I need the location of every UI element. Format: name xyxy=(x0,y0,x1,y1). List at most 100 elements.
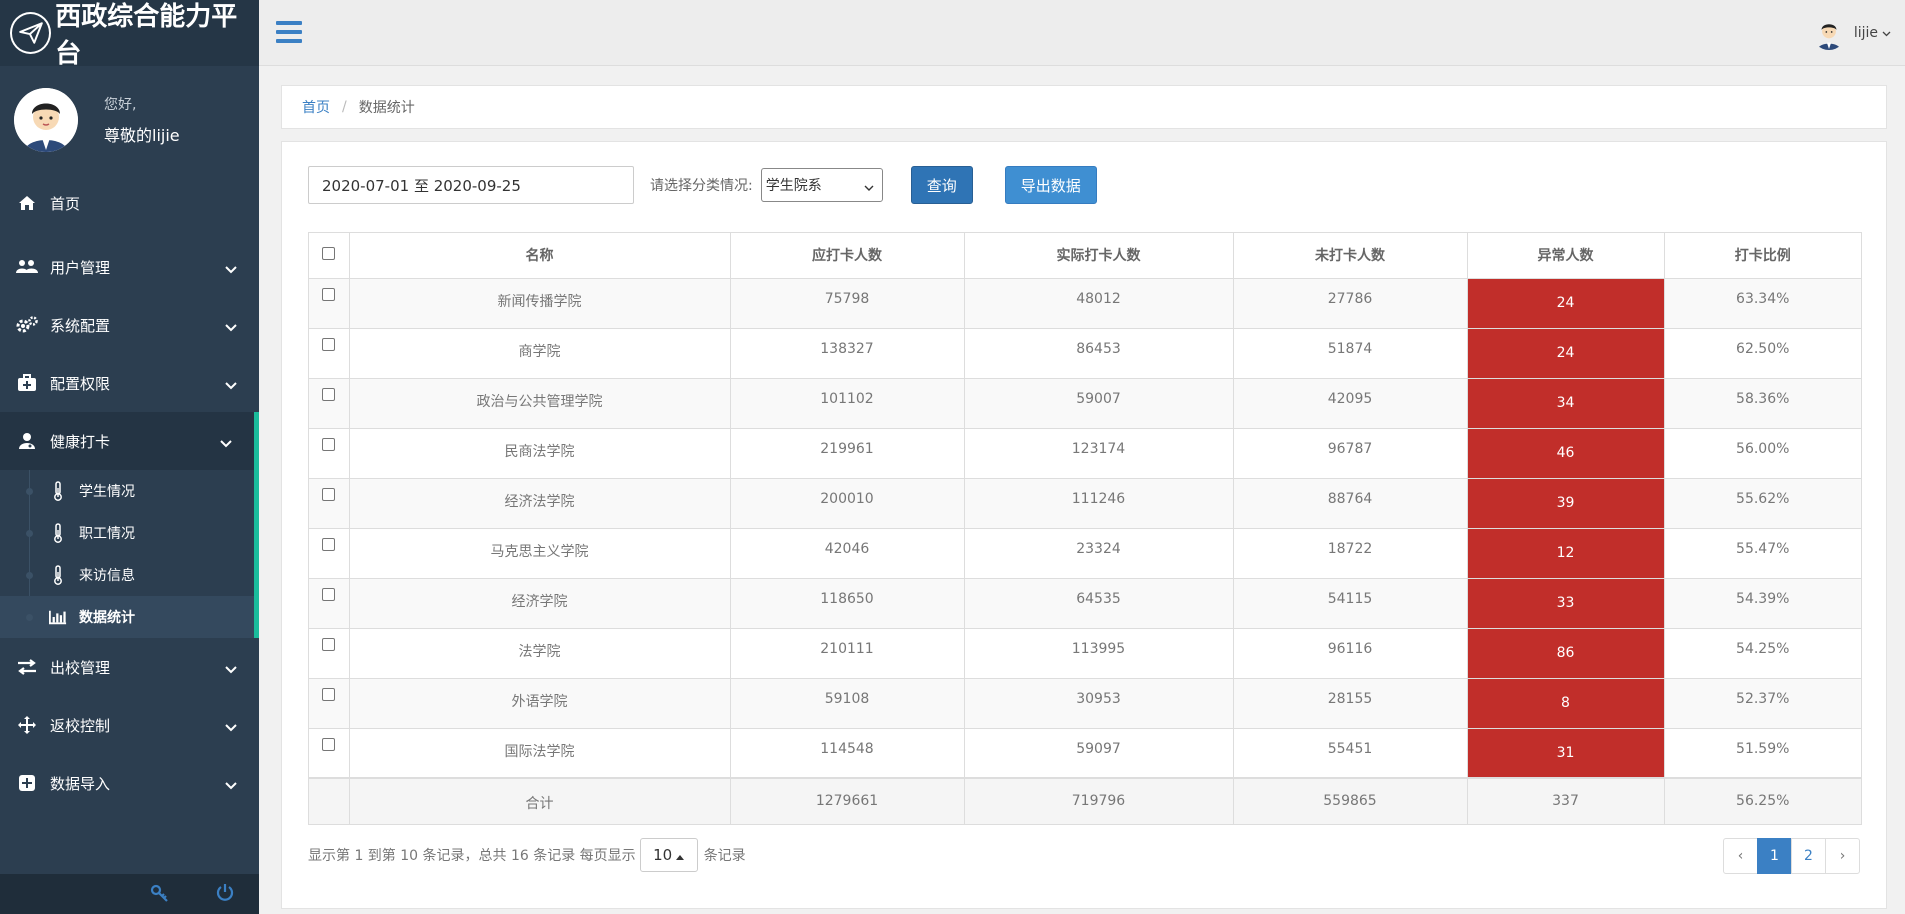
column-header[interactable]: 名称 xyxy=(349,233,731,279)
page-button[interactable]: 1 xyxy=(1757,838,1792,874)
chevron-down-icon xyxy=(225,660,237,678)
column-header[interactable]: 应打卡人数 xyxy=(730,233,965,279)
table-cell: 86453 xyxy=(964,328,1234,379)
chevron-down-icon xyxy=(864,180,874,196)
breadcrumb-home-link[interactable]: 首页 xyxy=(302,97,330,117)
table-cell: 200010 xyxy=(730,478,965,529)
table-row[interactable]: 商学院 138327 86453 51874 24 62.50% xyxy=(309,328,1861,379)
table-cell: 55.47% xyxy=(1664,528,1861,579)
sidebar-subitem-statistics[interactable]: 数据统计 xyxy=(0,596,254,638)
username: lijie xyxy=(1853,25,1878,41)
table-cell: 23324 xyxy=(964,528,1234,579)
table-row[interactable]: 马克思主义学院 42046 23324 18722 12 55.47% xyxy=(309,528,1861,579)
table-cell: 54115 xyxy=(1233,578,1468,629)
topbar: lijie xyxy=(259,0,1905,66)
sidebar-item-home[interactable]: 首页 xyxy=(0,180,259,226)
table-row[interactable]: 新闻传播学院 75798 48012 27786 24 63.34% xyxy=(309,278,1861,329)
table-cell: 经济学院 xyxy=(349,578,731,629)
table-row[interactable]: 外语学院 59108 30953 28155 8 52.37% xyxy=(309,678,1861,729)
sidebar-item-return-control[interactable]: 返校控制 xyxy=(0,696,259,754)
table-cell: 62.50% xyxy=(1664,328,1861,379)
move-icon xyxy=(16,714,38,736)
abnormal-count-cell: 34 xyxy=(1467,378,1665,429)
row-checkbox[interactable] xyxy=(322,637,336,651)
page-size-value: 10 xyxy=(653,846,673,864)
select-all-checkbox-cell xyxy=(309,233,350,279)
category-label: 请选择分类情况: xyxy=(650,178,753,194)
power-icon[interactable] xyxy=(215,883,235,907)
table-cell: 51.59% xyxy=(1664,728,1861,779)
total-cell: 合计 xyxy=(349,777,731,824)
row-checkbox[interactable] xyxy=(322,487,336,501)
row-checkbox[interactable] xyxy=(322,337,336,351)
sidebar-item-health-checkin[interactable]: 健康打卡 xyxy=(0,412,259,470)
page-button[interactable]: 2 xyxy=(1791,838,1826,874)
brand: 西政综合能力平台 xyxy=(0,0,259,69)
table-cell: 64535 xyxy=(964,578,1234,629)
sidebar-item-user-management[interactable]: 用户管理 xyxy=(0,238,259,296)
sidebar-subitem-staff[interactable]: 职工情况 xyxy=(0,512,254,554)
sidebar-item-exit-management[interactable]: 出校管理 xyxy=(0,638,259,696)
table-row[interactable]: 法学院 210111 113995 96116 86 54.25% xyxy=(309,628,1861,679)
plus-square-icon xyxy=(16,772,38,794)
category-select[interactable]: 学生院系 xyxy=(760,168,883,202)
row-checkbox[interactable] xyxy=(322,537,336,551)
pagination-info-suffix: 条记录 xyxy=(703,848,746,864)
table-row[interactable]: 国际法学院 114548 59097 55451 31 51.59% xyxy=(309,728,1861,779)
table-cell: 民商法学院 xyxy=(349,428,731,479)
total-cell: 719796 xyxy=(964,777,1234,824)
page-size-dropdown[interactable]: 10 xyxy=(639,838,698,872)
menu-toggle-icon[interactable] xyxy=(276,21,302,45)
table-cell: 48012 xyxy=(964,278,1234,329)
total-cell: 1279661 xyxy=(730,777,965,824)
column-header[interactable]: 异常人数 xyxy=(1467,233,1665,279)
pagination: ‹ 1 2 › xyxy=(1723,838,1860,874)
table-row[interactable]: 经济学院 118650 64535 54115 33 54.39% xyxy=(309,578,1861,629)
avatar xyxy=(1811,16,1846,50)
sidebar-subitem-student[interactable]: 学生情况 xyxy=(0,470,254,512)
user-menu[interactable]: lijie xyxy=(1811,16,1891,50)
table-row[interactable]: 政治与公共管理学院 101102 59007 42095 34 58.36% xyxy=(309,378,1861,429)
row-checkbox[interactable] xyxy=(322,287,336,301)
table-cell: 75798 xyxy=(730,278,965,329)
table-row[interactable]: 经济法学院 200010 111246 88764 39 55.62% xyxy=(309,478,1861,529)
column-header[interactable]: 打卡比例 xyxy=(1664,233,1861,279)
table-cell: 219961 xyxy=(730,428,965,479)
table-row[interactable]: 民商法学院 219961 123174 96787 46 56.00% xyxy=(309,428,1861,479)
users-icon xyxy=(16,256,38,278)
thermometer-icon xyxy=(49,522,67,544)
table-cell: 42046 xyxy=(730,528,965,579)
date-range-input[interactable]: 2020-07-01 至 2020-09-25 xyxy=(308,166,634,204)
total-cell: 559865 xyxy=(1233,777,1468,824)
prev-page-button[interactable]: ‹ xyxy=(1723,838,1758,874)
export-button[interactable]: 导出数据 xyxy=(1004,166,1097,204)
row-checkbox[interactable] xyxy=(322,437,336,451)
row-checkbox[interactable] xyxy=(322,737,336,751)
abnormal-count-cell: 86 xyxy=(1467,628,1665,679)
sidebar-item-system-config[interactable]: 系统配置 xyxy=(0,296,259,354)
key-icon[interactable] xyxy=(150,883,170,907)
table-cell: 59007 xyxy=(964,378,1234,429)
chevron-down-icon xyxy=(1882,25,1891,41)
profile-card: 您好, 尊敬的lijie xyxy=(0,66,259,174)
column-header[interactable]: 实际打卡人数 xyxy=(964,233,1234,279)
chevron-down-icon xyxy=(225,318,237,336)
row-checkbox[interactable] xyxy=(322,687,336,701)
sidebar-item-permissions[interactable]: 配置权限 xyxy=(0,354,259,412)
query-button[interactable]: 查询 xyxy=(910,166,973,204)
row-checkbox[interactable] xyxy=(322,587,336,601)
table-cell: 59108 xyxy=(730,678,965,729)
sidebar-item-label: 系统配置 xyxy=(50,316,111,335)
brand-title[interactable]: 西政综合能力平台 xyxy=(55,0,259,70)
sidebar-item-data-import[interactable]: 数据导入 xyxy=(0,754,259,812)
row-checkbox[interactable] xyxy=(322,387,336,401)
sidebar-subitem-visitors[interactable]: 来访信息 xyxy=(0,554,254,596)
table-cell: 101102 xyxy=(730,378,965,429)
row-checkbox-cell xyxy=(309,728,350,779)
breadcrumb: 首页 / 数据统计 xyxy=(281,85,1887,129)
abnormal-count-cell: 33 xyxy=(1467,578,1665,629)
row-checkbox-cell xyxy=(309,478,350,529)
select-all-checkbox[interactable] xyxy=(322,246,336,260)
column-header[interactable]: 未打卡人数 xyxy=(1233,233,1468,279)
next-page-button[interactable]: › xyxy=(1825,838,1860,874)
